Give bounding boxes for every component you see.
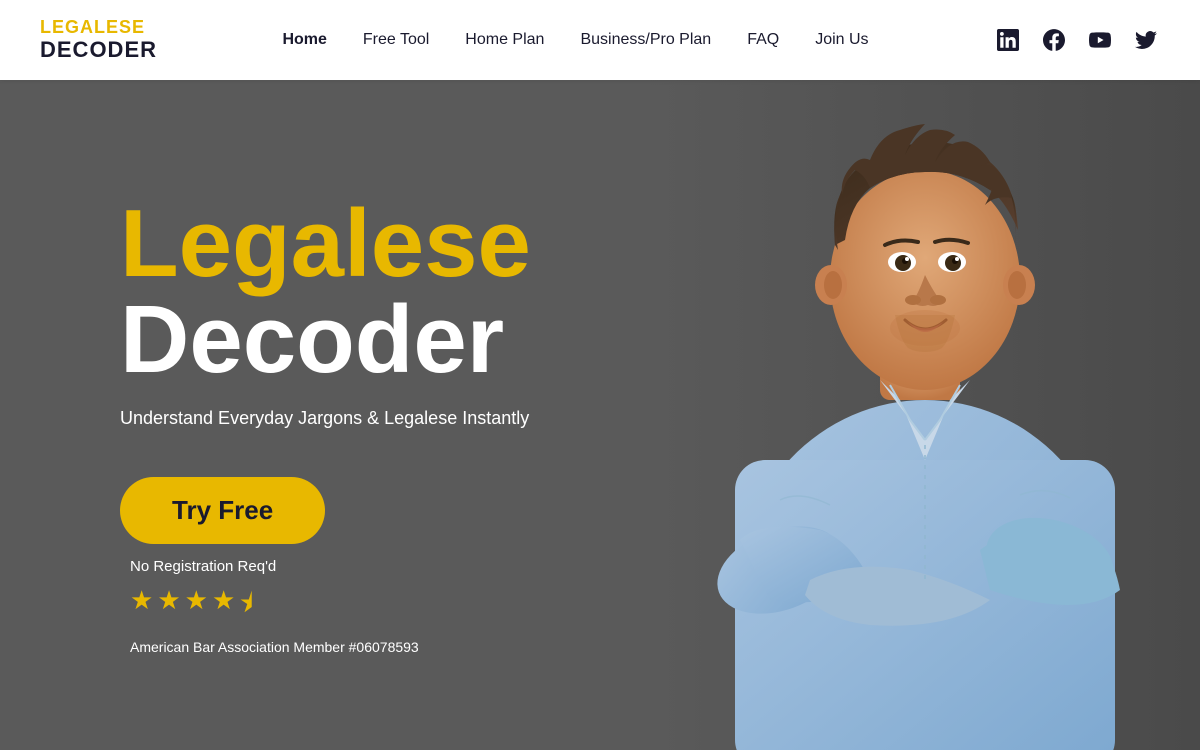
nav-free-tool[interactable]: Free Tool [363, 31, 429, 49]
hero-person-image [640, 80, 1200, 750]
nav-home-plan[interactable]: Home Plan [465, 31, 544, 49]
star-4: ★ [212, 585, 235, 629]
hero-section: Legalese Decoder Understand Everyday Jar… [0, 80, 1200, 750]
facebook-icon[interactable] [1040, 26, 1068, 54]
try-free-button[interactable]: Try Free [120, 477, 325, 544]
hero-subtitle: Understand Everyday Jargons & Legalese I… [120, 408, 531, 429]
logo: LEGALESE DECODER [40, 18, 157, 62]
hero-content: Legalese Decoder Understand Everyday Jar… [0, 176, 531, 655]
navbar: LEGALESE DECODER Home Free Tool Home Pla… [0, 0, 1200, 80]
hero-title-line1: Legalese [120, 196, 531, 292]
linkedin-icon[interactable] [994, 26, 1022, 54]
nav-home[interactable]: Home [282, 31, 326, 49]
logo-top: LEGALESE [40, 18, 157, 38]
star-rating: ★ ★ ★ ★ ⯨ [120, 585, 531, 629]
youtube-icon[interactable] [1086, 26, 1114, 54]
social-icons [994, 26, 1160, 54]
star-3: ★ [185, 585, 208, 629]
logo-bottom: DECODER [40, 38, 157, 62]
nav-faq[interactable]: FAQ [747, 31, 779, 49]
hero-title-line2: Decoder [120, 292, 531, 388]
person-illustration [650, 80, 1200, 750]
hero-title: Legalese Decoder [120, 196, 531, 388]
aba-member-text: American Bar Association Member #0607859… [120, 639, 531, 655]
nav-join-us[interactable]: Join Us [815, 31, 868, 49]
nav-links: Home Free Tool Home Plan Business/Pro Pl… [282, 31, 868, 49]
nav-business-pro-plan[interactable]: Business/Pro Plan [580, 31, 711, 49]
twitter-icon[interactable] [1132, 26, 1160, 54]
star-5-half: ⯨ [239, 585, 253, 629]
no-registration-text: No Registration Req'd [120, 558, 531, 575]
star-2: ★ [157, 585, 180, 629]
star-1: ★ [130, 585, 153, 629]
